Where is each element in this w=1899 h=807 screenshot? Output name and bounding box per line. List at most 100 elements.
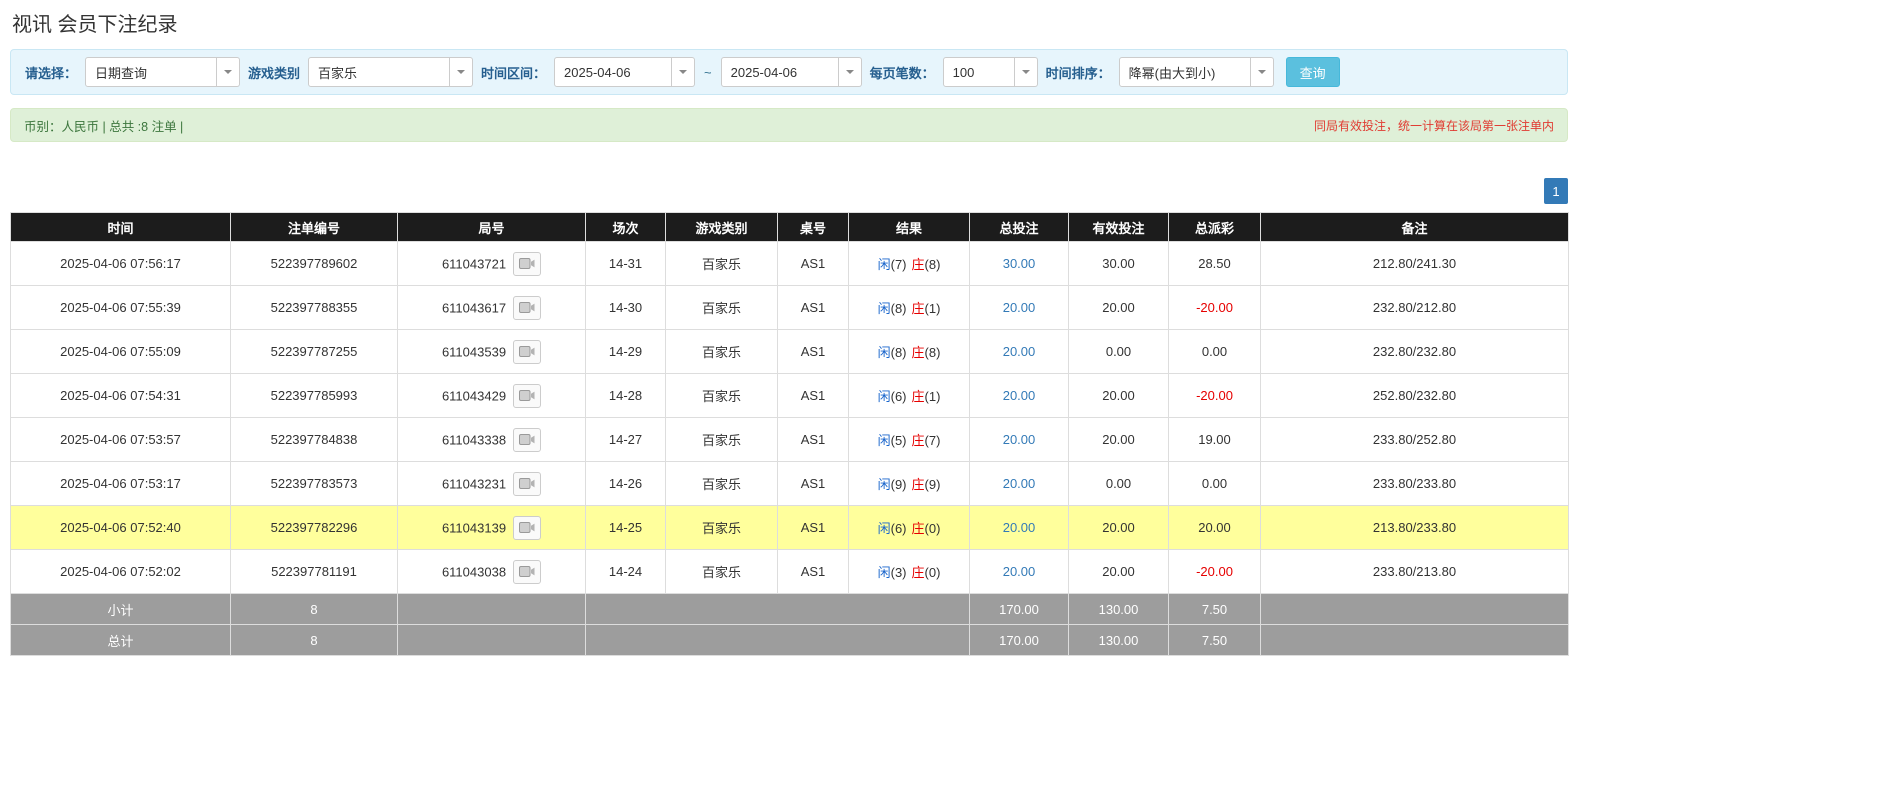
banker-result-score: (0) [924,565,941,580]
total-bet-link[interactable]: 20.00 [1003,476,1036,491]
video-replay-button[interactable] [513,295,542,320]
round-id: 611043038 [441,564,507,579]
per-page-select[interactable]: 100 [942,57,1038,87]
player-result-label: 闲 [877,477,891,492]
player-result-label: 闲 [877,345,891,360]
time-cell: 2025-04-06 07:52:02 [10,549,231,594]
total-label: 总计 [10,624,231,656]
query-type-select[interactable]: 日期查询 [85,57,241,87]
currency-total-summary: 币别：人民币 | 总共 :8 注单 | [24,119,184,134]
total-bet-cell: 20.00 [969,329,1069,374]
total-bet-cell: 20.00 [969,285,1069,330]
banker-result-score: (9) [924,477,941,492]
filter-bar: 请选择： 日期查询 游戏类别 百家乐 时间区间： 2025-04-06 ~ 20… [10,49,1568,95]
sort-order-select[interactable]: 降幂(由大到小) [1118,57,1274,87]
time-cell: 2025-04-06 07:55:39 [10,285,231,330]
total-bet-link[interactable]: 30.00 [1003,256,1036,271]
valid-bet-cell: 30.00 [1068,241,1169,286]
video-replay-button[interactable] [513,427,542,452]
payout-cell: 28.50 [1168,241,1261,286]
chevron-down-icon [224,70,233,74]
table-row: 2025-04-06 07:53:17 522397783573 6110432… [10,461,1569,506]
player-result-score: (6) [890,521,907,536]
per-page-dropdown-button[interactable] [1014,57,1038,87]
round-id: 611043338 [441,432,507,447]
bet-id-cell: 522397788355 [230,285,398,330]
round-id: 611043617 [441,300,507,315]
banker-result-score: (8) [924,257,941,272]
video-replay-button[interactable] [513,251,542,276]
time-cell: 2025-04-06 07:56:17 [10,241,231,286]
header-round-id: 局号 [397,212,586,242]
total-bet-cell: 20.00 [969,505,1069,550]
round-id: 611043539 [441,344,507,359]
date-to-dropdown-button[interactable] [838,57,862,87]
total-bet-link[interactable]: 20.00 [1003,564,1036,579]
table-no-cell: AS1 [777,373,849,418]
date-to-select[interactable]: 2025-04-06 [720,57,862,87]
header-session: 场次 [585,212,666,242]
session-cell: 14-25 [585,505,666,550]
game-type-dropdown-button[interactable] [450,57,474,87]
date-from-dropdown-button[interactable] [672,57,696,87]
time-cell: 2025-04-06 07:53:17 [10,461,231,506]
banker-result-label: 庄 [911,565,925,580]
game-type-cell: 百家乐 [665,549,778,594]
round-id: 611043231 [441,476,507,491]
game-type-value: 百家乐 [308,57,451,87]
video-replay-button[interactable] [513,559,542,584]
date-to-value: 2025-04-06 [720,57,839,87]
time-cell: 2025-04-06 07:54:31 [10,373,231,418]
session-cell: 14-29 [585,329,666,374]
game-type-select[interactable]: 百家乐 [308,57,474,87]
chevron-down-icon [679,70,688,74]
video-replay-button[interactable] [513,383,542,408]
header-result: 结果 [848,212,970,242]
sort-order-dropdown-button[interactable] [1250,57,1274,87]
result-cell: 闲(8) 庄(8) [848,329,970,374]
player-result-label: 闲 [877,257,891,272]
player-result-label: 闲 [877,389,891,404]
payout-cell: 20.00 [1168,505,1261,550]
player-result-score: (8) [890,345,907,360]
query-type-dropdown-button[interactable] [217,57,241,87]
date-from-select[interactable]: 2025-04-06 [554,57,696,87]
total-bet-link[interactable]: 20.00 [1003,300,1036,315]
session-cell: 14-27 [585,417,666,462]
total-bet-cell: 30.00 [969,241,1069,286]
banker-result-score: (0) [924,521,941,536]
summary-bar: 币别：人民币 | 总共 :8 注单 | 同局有效投注，统一计算在该局第一张注单内 [10,108,1568,142]
video-replay-button[interactable] [513,471,542,496]
round-id: 611043721 [441,256,507,271]
page-1-button[interactable]: 1 [1544,178,1568,204]
session-cell: 14-30 [585,285,666,330]
total-bet-link[interactable]: 20.00 [1003,432,1036,447]
table-header-row: 时间 注单编号 局号 场次 游戏类别 桌号 结果 总投注 有效投注 总派彩 备注 [10,212,1569,242]
result-cell: 闲(9) 庄(9) [848,461,970,506]
total-valid-bet: 130.00 [1068,624,1169,656]
total-bet-link[interactable]: 20.00 [1003,520,1036,535]
video-replay-button[interactable] [513,515,542,540]
remark-cell: 212.80/241.30 [1260,241,1569,286]
page: 视讯 会员下注纪录 请选择： 日期查询 游戏类别 百家乐 时间区间： 2025-… [0,0,1899,656]
round-id: 611043139 [441,520,507,535]
select-label: 请选择： [25,65,78,81]
table-no-cell: AS1 [777,505,849,550]
total-bet-link[interactable]: 20.00 [1003,388,1036,403]
remark-cell: 233.80/252.80 [1260,417,1569,462]
bet-id-cell: 522397782296 [230,505,398,550]
banker-result-label: 庄 [911,389,925,404]
video-replay-button[interactable] [513,339,542,364]
video-icon [519,302,535,313]
total-bet-link[interactable]: 20.00 [1003,344,1036,359]
subtotal-payout: 7.50 [1168,593,1261,625]
round-id-cell: 611043139 [397,505,586,550]
search-button[interactable]: 查询 [1285,57,1340,87]
table-row: 2025-04-06 07:54:31 522397785993 6110434… [10,373,1569,418]
subtotal-row: 小计 8 170.00 130.00 7.50 [10,593,1569,625]
payout-cell: 19.00 [1168,417,1261,462]
banker-result-label: 庄 [911,521,925,536]
player-result-label: 闲 [877,521,891,536]
round-id: 611043429 [441,388,507,403]
valid-bet-cell: 20.00 [1068,549,1169,594]
